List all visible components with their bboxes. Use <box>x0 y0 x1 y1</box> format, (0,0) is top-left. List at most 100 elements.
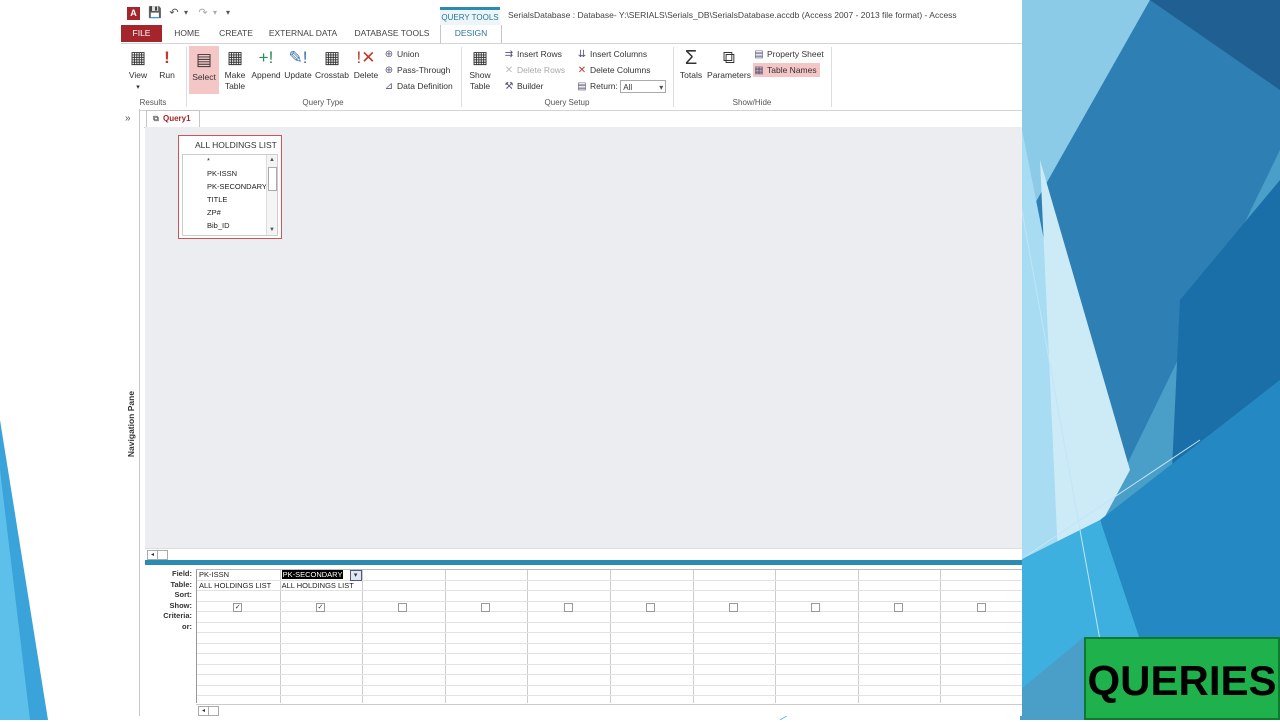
table-cell[interactable] <box>444 581 528 591</box>
field-cell[interactable] <box>775 570 858 581</box>
tab-home[interactable]: HOME <box>169 25 205 42</box>
table-cell[interactable] <box>692 581 776 591</box>
or-cell[interactable] <box>197 686 280 696</box>
scroll-up-icon[interactable]: ▲ <box>267 155 277 165</box>
show-checkbox[interactable] <box>728 602 738 612</box>
grid-horizontal-scrollbar[interactable]: ◂ <box>196 704 1022 716</box>
or-cell[interactable] <box>610 686 693 696</box>
return-select[interactable]: All <box>620 80 667 94</box>
query-design-surface[interactable]: ALL HOLDINGS LIST * PK-ISSN PK-SECONDARY… <box>145 127 1022 548</box>
field-cell[interactable] <box>444 570 528 581</box>
or-cell[interactable] <box>857 623 941 633</box>
or-cell[interactable] <box>692 686 776 696</box>
or-cell[interactable] <box>444 675 528 686</box>
field-cell[interactable]: PK-ISSN <box>197 570 280 581</box>
insert-rows-button[interactable]: ⇉ Insert Rows <box>503 47 562 61</box>
sort-cell[interactable] <box>197 591 280 602</box>
or-cell[interactable] <box>610 654 693 665</box>
show-table-button[interactable]: ▦ Show Table <box>465 44 495 94</box>
or-cell[interactable] <box>362 686 445 696</box>
table-cell[interactable] <box>527 581 610 591</box>
or-cell[interactable] <box>279 623 363 633</box>
or-cell[interactable] <box>775 654 858 665</box>
or-cell[interactable] <box>362 654 445 665</box>
or-cell[interactable] <box>940 654 1022 665</box>
field-cell[interactable] <box>527 570 610 581</box>
or-cell[interactable] <box>279 686 363 696</box>
sort-cell[interactable] <box>444 591 528 602</box>
criteria-cell[interactable] <box>692 612 776 623</box>
or-cell[interactable] <box>527 623 610 633</box>
undo-dropdown-icon[interactable]: ▾ <box>180 7 192 19</box>
or-cell[interactable] <box>940 633 1022 644</box>
tab-database-tools[interactable]: DATABASE TOOLS <box>350 25 434 42</box>
or-cell[interactable] <box>279 654 363 665</box>
or-cell[interactable] <box>775 665 858 675</box>
expand-nav-pane-icon[interactable]: » <box>125 113 131 124</box>
or-cell[interactable] <box>857 665 941 675</box>
tab-file[interactable]: FILE <box>121 25 162 42</box>
or-cell[interactable] <box>692 623 776 633</box>
table-cell[interactable] <box>940 581 1022 591</box>
scroll-thumb[interactable] <box>157 550 168 560</box>
sort-cell[interactable] <box>940 591 1022 602</box>
delete-query-button[interactable]: !✕ Delete <box>351 44 381 94</box>
or-cell[interactable] <box>527 665 610 675</box>
or-cell[interactable] <box>197 644 280 654</box>
or-cell[interactable] <box>857 686 941 696</box>
customize-qat-icon[interactable]: ▾ <box>222 7 234 19</box>
or-cell[interactable] <box>857 644 941 654</box>
or-cell[interactable] <box>857 654 941 665</box>
criteria-cell[interactable] <box>444 612 528 623</box>
sort-cell[interactable] <box>775 591 858 602</box>
field-list-item[interactable]: ZP# <box>207 207 221 219</box>
or-cell[interactable] <box>197 633 280 644</box>
table-cell[interactable] <box>362 581 445 591</box>
field-list-item[interactable]: * <box>207 155 210 167</box>
table-cell[interactable] <box>775 581 858 591</box>
grid-column[interactable] <box>692 570 777 703</box>
or-cell[interactable] <box>444 654 528 665</box>
property-sheet-button[interactable]: ▤ Property Sheet <box>753 47 823 61</box>
tab-query1[interactable]: ⧉ Query1 <box>146 110 200 127</box>
show-checkbox-checked[interactable]: ✓ <box>233 602 243 612</box>
or-cell[interactable] <box>857 675 941 686</box>
or-cell[interactable] <box>527 686 610 696</box>
append-button[interactable]: +! Append <box>250 44 282 94</box>
criteria-cell[interactable] <box>279 612 363 623</box>
or-cell[interactable] <box>362 675 445 686</box>
criteria-cell[interactable] <box>362 612 445 623</box>
grid-column[interactable]: PK-SECONDARY ALL HOLDINGS LIST ✓ ▾ <box>279 570 364 703</box>
or-cell[interactable] <box>610 623 693 633</box>
show-checkbox[interactable] <box>894 602 904 612</box>
field-list-item[interactable]: TITLE <box>207 194 227 206</box>
table-field-list[interactable]: ALL HOLDINGS LIST * PK-ISSN PK-SECONDARY… <box>178 135 282 239</box>
grid-column[interactable] <box>940 570 1022 703</box>
field-dropdown-icon[interactable]: ▾ <box>349 570 362 581</box>
show-checkbox[interactable] <box>563 602 573 612</box>
or-cell[interactable] <box>279 675 363 686</box>
table-cell[interactable]: ALL HOLDINGS LIST <box>197 581 280 591</box>
sort-cell[interactable] <box>610 591 693 602</box>
delete-rows-button[interactable]: ✕ Delete Rows <box>503 63 565 77</box>
tab-external-data[interactable]: EXTERNAL DATA <box>266 25 340 42</box>
criteria-cell[interactable] <box>527 612 610 623</box>
grid-column[interactable] <box>775 570 859 703</box>
grid-column[interactable] <box>362 570 446 703</box>
sort-cell[interactable] <box>857 591 941 602</box>
field-cell[interactable] <box>940 570 1022 581</box>
scroll-thumb[interactable] <box>208 706 219 716</box>
sort-cell[interactable] <box>279 591 363 602</box>
union-button[interactable]: ⊕ Union <box>383 47 419 61</box>
tab-create[interactable]: CREATE <box>215 25 257 42</box>
criteria-cell[interactable] <box>940 612 1022 623</box>
criteria-cell[interactable] <box>197 612 280 623</box>
or-cell[interactable] <box>692 665 776 675</box>
scroll-down-icon[interactable]: ▼ <box>267 225 277 235</box>
or-cell[interactable] <box>197 665 280 675</box>
or-cell[interactable] <box>527 675 610 686</box>
or-cell[interactable] <box>940 675 1022 686</box>
or-cell[interactable] <box>197 623 280 633</box>
or-cell[interactable] <box>692 654 776 665</box>
or-cell[interactable] <box>362 623 445 633</box>
